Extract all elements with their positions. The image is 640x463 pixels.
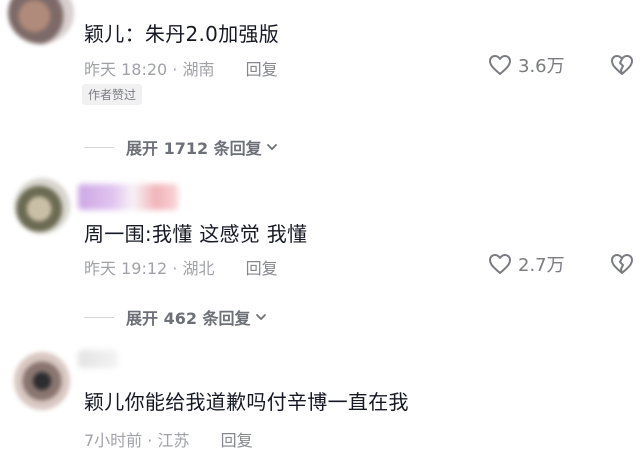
broken-heart-icon[interactable] (610, 54, 634, 76)
comment-time: 昨天 18:20 (84, 60, 168, 79)
comment-location: 江苏 (157, 431, 190, 450)
like-button[interactable]: 3.6万 (488, 52, 565, 78)
blurred-username (78, 350, 118, 368)
chevron-down-icon (255, 314, 266, 320)
divider (84, 146, 114, 148)
expand-replies-button[interactable]: 展开 462 条回复 (84, 305, 267, 329)
reply-button[interactable]: 回复 (246, 60, 278, 79)
heart-outline-icon (489, 254, 511, 274)
comment-time: 7小时前 (84, 431, 143, 450)
comment-location: 湖南 (182, 60, 215, 79)
comment-meta: 昨天 18:20 · 湖南 回复 (84, 60, 278, 79)
comment-text: 周一围:我懂 这感觉 我懂 (84, 222, 308, 246)
blurred-username (78, 184, 178, 210)
like-button[interactable]: 2.7万 (488, 251, 565, 277)
divider (84, 316, 114, 318)
heart-outline-icon (489, 55, 511, 75)
avatar[interactable] (14, 178, 70, 234)
comment-meta: 昨天 19:12 · 湖北 回复 (84, 259, 278, 278)
comment-time: 昨天 19:12 (84, 259, 168, 278)
like-count: 2.7万 (518, 255, 565, 276)
broken-heart-icon[interactable] (610, 253, 634, 275)
expand-replies-label: 展开 462 条回复 (126, 309, 251, 328)
author-liked-badge: 作者赞过 (82, 84, 143, 105)
comment-text: 颖儿你能给我道歉吗付辛博一直在我 (84, 390, 409, 414)
expand-replies-button[interactable]: 展开 1712 条回复 (84, 135, 278, 159)
avatar[interactable] (14, 352, 70, 410)
reply-button[interactable]: 回复 (221, 431, 253, 450)
reply-button[interactable]: 回复 (246, 259, 278, 278)
comment-text: 颖儿：朱丹2.0加强版 (84, 22, 280, 46)
comment-meta: 7小时前 · 江苏 回复 (84, 431, 253, 450)
avatar[interactable] (8, 0, 74, 44)
like-count: 3.6万 (518, 56, 565, 77)
chevron-down-icon (266, 144, 277, 150)
expand-replies-label: 展开 1712 条回复 (126, 139, 262, 158)
comment-location: 湖北 (182, 259, 215, 278)
